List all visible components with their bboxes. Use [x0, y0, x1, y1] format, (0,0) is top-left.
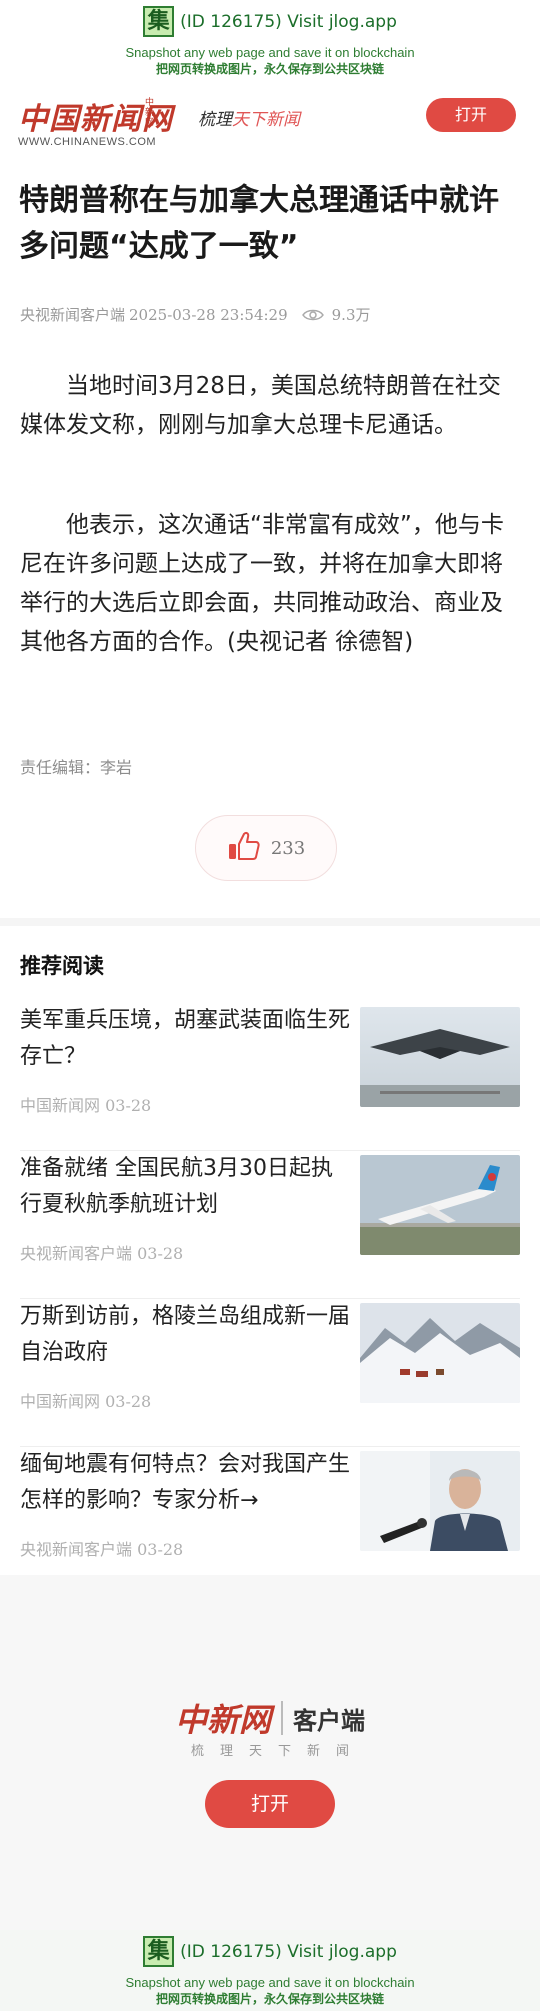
- recommend-item-title[interactable]: 美军重兵压境，胡塞武装面临生死存亡？: [20, 1003, 350, 1075]
- recommend-heading: 推荐阅读: [20, 954, 104, 978]
- jlog-banner-top[interactable]: 集 (ID 126175) Visit jlog.app Snapshot an…: [0, 0, 540, 76]
- recommend-item-source: 中国新闻网: [20, 1392, 101, 1411]
- promo-logo-chinese: 中新网: [174, 1701, 271, 1739]
- thumbs-up-icon: [227, 831, 261, 865]
- promo-logo-text: 客户端: [293, 1706, 365, 1735]
- eye-icon: [301, 308, 324, 322]
- header-slogan: 梳理天下新闻: [198, 105, 300, 130]
- article-meta: 央视新闻客户端 2025-03-28 23:54:29 9.3万: [20, 304, 371, 325]
- recommend-item[interactable]: 缅甸地震有何特点？会对我国产生怎样的影响？专家分析→ 央视新闻客户端 03-28: [20, 1447, 520, 1587]
- responsible-editor: 责任编辑：李岩: [20, 758, 133, 777]
- recommend-item-title[interactable]: 万斯到访前，格陵兰岛组成新一届自治政府: [20, 1299, 350, 1371]
- recommend-item-title[interactable]: 准备就绪 全国民航3月30日起执行夏秋航季航班计划: [20, 1151, 350, 1223]
- article-paragraph-1: 当地时间3月28日，美国总统特朗普在社交媒体发文称，刚刚与加拿大总理卡尼通话。: [20, 373, 501, 438]
- section-divider: [0, 918, 540, 926]
- app-promo-section: 中新网 客户端 梳理天下新闻 打开: [0, 1575, 540, 1930]
- site-header: 中国新闻网 WWW.CHINANEWS.COM 中新网 梳理天下新闻 打开: [0, 80, 540, 150]
- promo-logo: 中新网 客户端: [0, 1695, 540, 1741]
- jlog-id-text[interactable]: (ID 126175) Visit jlog.app: [180, 1942, 397, 1962]
- recommend-item-meta: 央视新闻客户端 03-28: [20, 1536, 183, 1560]
- recommend-item-date: 03-28: [137, 1244, 184, 1263]
- recommend-item-source: 央视新闻客户端: [20, 1244, 133, 1263]
- recommend-item-source: 中国新闻网: [20, 1096, 101, 1115]
- logo-sub-text: 中新网: [145, 98, 155, 128]
- jlog-id-row: 集 (ID 126175) Visit jlog.app: [0, 1936, 540, 1967]
- recommend-item[interactable]: 万斯到访前，格陵兰岛组成新一届自治政府 中国新闻网 03-28: [20, 1299, 520, 1439]
- article-views: 9.3万: [331, 306, 371, 324]
- recommend-item-date: 03-28: [105, 1392, 152, 1411]
- promo-open-button[interactable]: 打开: [205, 1780, 335, 1828]
- stealth-bomber-image[interactable]: [360, 1007, 520, 1107]
- jlog-banner-bottom[interactable]: 集 (ID 126175) Visit jlog.app Snapshot an…: [0, 1930, 540, 2011]
- recommend-item-meta: 中国新闻网 03-28: [20, 1388, 151, 1412]
- jlog-caption-cn: 把网页转换成图片，永久保存到公共区块链: [155, 62, 384, 76]
- recommend-item-date: 03-28: [105, 1096, 152, 1115]
- article-title: 特朗普称在与加拿大总理通话中就许多问题“达成了一致”: [19, 183, 499, 264]
- recommend-item-date: 03-28: [137, 1540, 184, 1559]
- recommend-item-meta: 中国新闻网 03-28: [20, 1092, 151, 1116]
- airplane-image[interactable]: [360, 1155, 520, 1255]
- recommend-item-meta: 央视新闻客户端 03-28: [20, 1240, 183, 1264]
- recommend-item-source: 央视新闻客户端: [20, 1540, 133, 1559]
- article-datetime: 2025-03-28 23:54:29: [129, 305, 288, 324]
- promo-logo-divider: [281, 1701, 283, 1735]
- jlog-logo-icon: 集: [143, 6, 175, 37]
- jlog-id-text[interactable]: (ID 126175) Visit jlog.app: [180, 12, 397, 32]
- slogan-part-b: 天下新闻: [232, 110, 300, 130]
- greenland-image[interactable]: [360, 1303, 520, 1403]
- recommend-item-title[interactable]: 缅甸地震有何特点？会对我国产生怎样的影响？专家分析→: [20, 1447, 350, 1519]
- jlog-caption-cn: 把网页转换成图片，永久保存到公共区块链: [155, 1992, 384, 2006]
- jlog-caption-en: Snapshot any web page and save it on blo…: [125, 45, 415, 60]
- article-paragraph-2: 他表示，这次通话“非常富有成效”，他与卡尼在许多问题上达成了一致，并将在加拿大即…: [20, 512, 504, 655]
- like-button[interactable]: 233: [195, 815, 337, 881]
- slogan-part-a: 梳理: [198, 110, 232, 130]
- jlog-caption-en: Snapshot any web page and save it on blo…: [125, 1975, 415, 1990]
- article-source: 央视新闻客户端: [20, 306, 126, 324]
- open-app-button[interactable]: 打开: [426, 98, 516, 132]
- like-count: 233: [270, 837, 306, 859]
- logo-english: WWW.CHINANEWS.COM: [18, 136, 157, 148]
- recommend-item[interactable]: 准备就绪 全国民航3月30日起执行夏秋航季航班计划 央视新闻客户端 03-28: [20, 1151, 520, 1291]
- recommend-item[interactable]: 美军重兵压境，胡塞武装面临生死存亡？ 中国新闻网 03-28: [20, 1003, 520, 1143]
- expert-interview-image[interactable]: [360, 1451, 520, 1551]
- jlog-logo-icon: 集: [143, 1936, 175, 1967]
- jlog-id-row: 集 (ID 126175) Visit jlog.app: [0, 6, 540, 37]
- promo-tagline: 梳理天下新闻: [190, 1744, 365, 1759]
